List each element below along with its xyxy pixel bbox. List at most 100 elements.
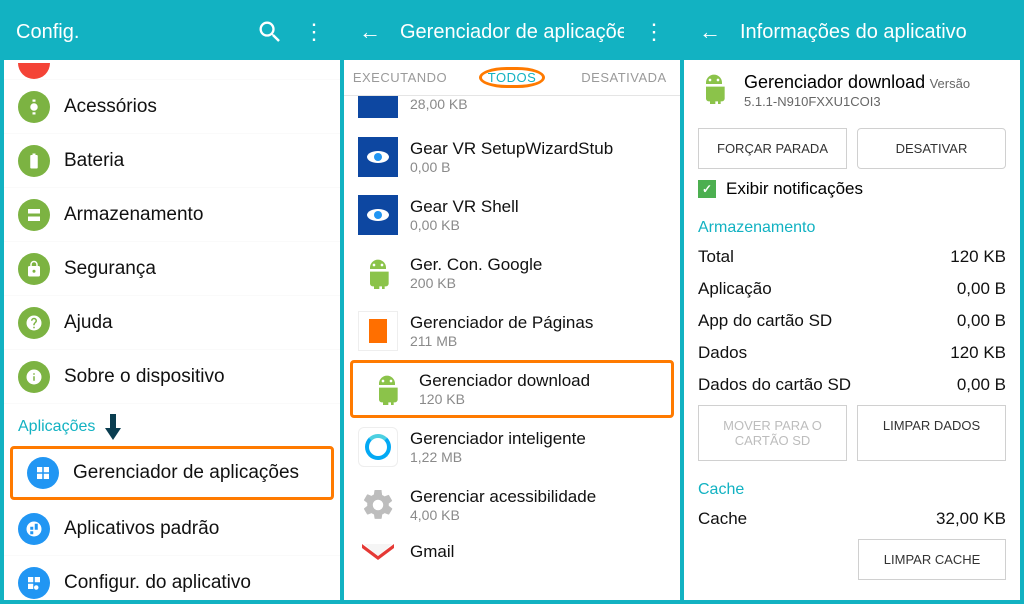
- android-icon: [358, 253, 398, 293]
- page-title: Config.: [16, 21, 240, 44]
- prev-item-cut[interactable]: [4, 60, 340, 80]
- app-list[interactable]: 28,00 KB Gear VR SetupWizardStub0,00 B G…: [344, 96, 680, 600]
- apps-grid-icon: [27, 457, 59, 489]
- list-item[interactable]: Gerenciador inteligente1,22 MB: [344, 418, 680, 476]
- gmail-icon: [358, 532, 398, 572]
- item-armazenamento[interactable]: Armazenamento: [4, 188, 340, 242]
- help-icon: [18, 307, 50, 339]
- app-name: Gmail: [410, 542, 454, 562]
- battery-icon: [18, 145, 50, 177]
- list-item[interactable]: Gerenciar acessibilidade4,00 KB: [344, 476, 680, 534]
- list-item[interactable]: Gear VR Shell0,00 KB: [344, 186, 680, 244]
- disable-button[interactable]: DESATIVAR: [857, 128, 1006, 169]
- panel-config: Config. ⋮ Acessórios Bateria Armazenamen…: [4, 4, 340, 600]
- header: ← Gerenciador de aplicações ⋮: [344, 4, 680, 60]
- item-acessorios[interactable]: Acessórios: [4, 80, 340, 134]
- panel-app-manager: ← Gerenciador de aplicações ⋮ EXECUTANDO…: [344, 4, 680, 600]
- flag-icon: [358, 311, 398, 351]
- tab-todos[interactable]: TODOS: [456, 60, 568, 95]
- app-size: 211 MB: [410, 333, 593, 349]
- action-buttons: FORÇAR PARADA DESATIVAR: [684, 124, 1020, 179]
- header: ← Informações do aplicativo: [684, 4, 1020, 60]
- app-name: Gerenciador de Páginas: [410, 313, 593, 333]
- app-name: Gerenciar acessibilidade: [410, 487, 596, 507]
- app-name: Gerenciador download: [744, 72, 925, 92]
- label: Configur. do aplicativo: [64, 572, 251, 594]
- app-size: 200 KB: [410, 275, 542, 291]
- smart-manager-icon: [358, 427, 398, 467]
- app-name: Gerenciador download: [419, 371, 590, 391]
- tab-label: TODOS: [479, 67, 546, 88]
- android-icon: [367, 369, 407, 409]
- label: Ajuda: [64, 312, 113, 334]
- storage-row: Dados do cartão SD0,00 B: [684, 369, 1020, 401]
- storage-buttons: MOVER PARA O CARTÃO SD LIMPAR DADOS: [684, 401, 1020, 471]
- storage-icon: [18, 199, 50, 231]
- app-size: 0,00 KB: [410, 217, 519, 233]
- panel-app-info: ← Informações do aplicativo Gerenciador …: [684, 4, 1020, 600]
- back-icon[interactable]: ←: [356, 18, 384, 46]
- list-item-download-manager[interactable]: Gerenciador download120 KB: [350, 360, 674, 418]
- label: Bateria: [64, 150, 124, 172]
- section-storage: Armazenamento: [684, 209, 1020, 241]
- back-icon[interactable]: ←: [696, 18, 724, 46]
- item-ajuda[interactable]: Ajuda: [4, 296, 340, 350]
- gearvr-icon: [358, 195, 398, 235]
- app-size: 0,00 B: [410, 159, 613, 175]
- android-icon: [698, 72, 730, 116]
- list-item[interactable]: 28,00 KB: [344, 96, 680, 128]
- item-bateria[interactable]: Bateria: [4, 134, 340, 188]
- list-item[interactable]: Gear VR SetupWizardStub0,00 B: [344, 128, 680, 186]
- app-name: Gear VR Shell: [410, 197, 519, 217]
- storage-row: App do cartão SD0,00 B: [684, 305, 1020, 337]
- app-size: 120 KB: [419, 391, 590, 407]
- search-icon[interactable]: [256, 18, 284, 46]
- clear-data-button[interactable]: LIMPAR DADOS: [857, 405, 1006, 461]
- item-sobre[interactable]: Sobre o dispositivo: [4, 350, 340, 404]
- cache-row: Cache32,00 KB: [684, 503, 1020, 535]
- tab-desativada[interactable]: DESATIVADA: [568, 60, 680, 95]
- app-name: Ger. Con. Google: [410, 255, 542, 275]
- info-icon: [18, 361, 50, 393]
- app-name: Gear VR SetupWizardStub: [410, 139, 613, 159]
- force-stop-button[interactable]: FORÇAR PARADA: [698, 128, 847, 169]
- page-title: Gerenciador de aplicações: [400, 21, 624, 44]
- app-info-body: Gerenciador download Versão 5.1.1-N910FX…: [684, 60, 1020, 600]
- section-label: Aplicações: [18, 418, 95, 436]
- item-gerenciador-apps[interactable]: Gerenciador de aplicações: [10, 446, 334, 500]
- move-to-sd-button: MOVER PARA O CARTÃO SD: [698, 405, 847, 461]
- section-cache: Cache: [684, 471, 1020, 503]
- lock-icon: [18, 253, 50, 285]
- label: Acessórios: [64, 96, 157, 118]
- gear-icon: [358, 485, 398, 525]
- label: Aplicativos padrão: [64, 518, 219, 540]
- app-icon: [358, 96, 398, 118]
- more-icon[interactable]: ⋮: [300, 18, 328, 46]
- storage-row: Aplicação0,00 B: [684, 273, 1020, 305]
- item-apps-padrao[interactable]: Aplicativos padrão: [4, 502, 340, 556]
- item-config-app[interactable]: Configur. do aplicativo: [4, 556, 340, 600]
- default-apps-icon: [18, 513, 50, 545]
- watch-icon: [18, 91, 50, 123]
- gearvr-icon: [358, 137, 398, 177]
- list-item[interactable]: Ger. Con. Google200 KB: [344, 244, 680, 302]
- label: Armazenamento: [64, 204, 203, 226]
- show-notifications-row[interactable]: ✓ Exibir notificações: [684, 179, 1020, 209]
- item-seguranca[interactable]: Segurança: [4, 242, 340, 296]
- more-icon[interactable]: ⋮: [640, 18, 668, 46]
- tab-executando[interactable]: EXECUTANDO: [344, 60, 456, 95]
- clear-cache-button[interactable]: LIMPAR CACHE: [858, 539, 1006, 580]
- app-size: 4,00 KB: [410, 507, 596, 523]
- label: Segurança: [64, 258, 156, 280]
- tabs: EXECUTANDO TODOS DESATIVADA: [344, 60, 680, 96]
- arrow-down-icon: [103, 414, 123, 440]
- header: Config. ⋮: [4, 4, 340, 60]
- storage-row: Total120 KB: [684, 241, 1020, 273]
- list-item[interactable]: Gerenciador de Páginas211 MB: [344, 302, 680, 360]
- cache-buttons: LIMPAR CACHE: [684, 535, 1020, 590]
- label: Sobre o dispositivo: [64, 366, 225, 388]
- page-title: Informações do aplicativo: [740, 21, 1008, 44]
- checkbox-checked-icon[interactable]: ✓: [698, 180, 716, 198]
- list-item[interactable]: Gmail: [344, 534, 680, 570]
- label: Gerenciador de aplicações: [73, 462, 299, 484]
